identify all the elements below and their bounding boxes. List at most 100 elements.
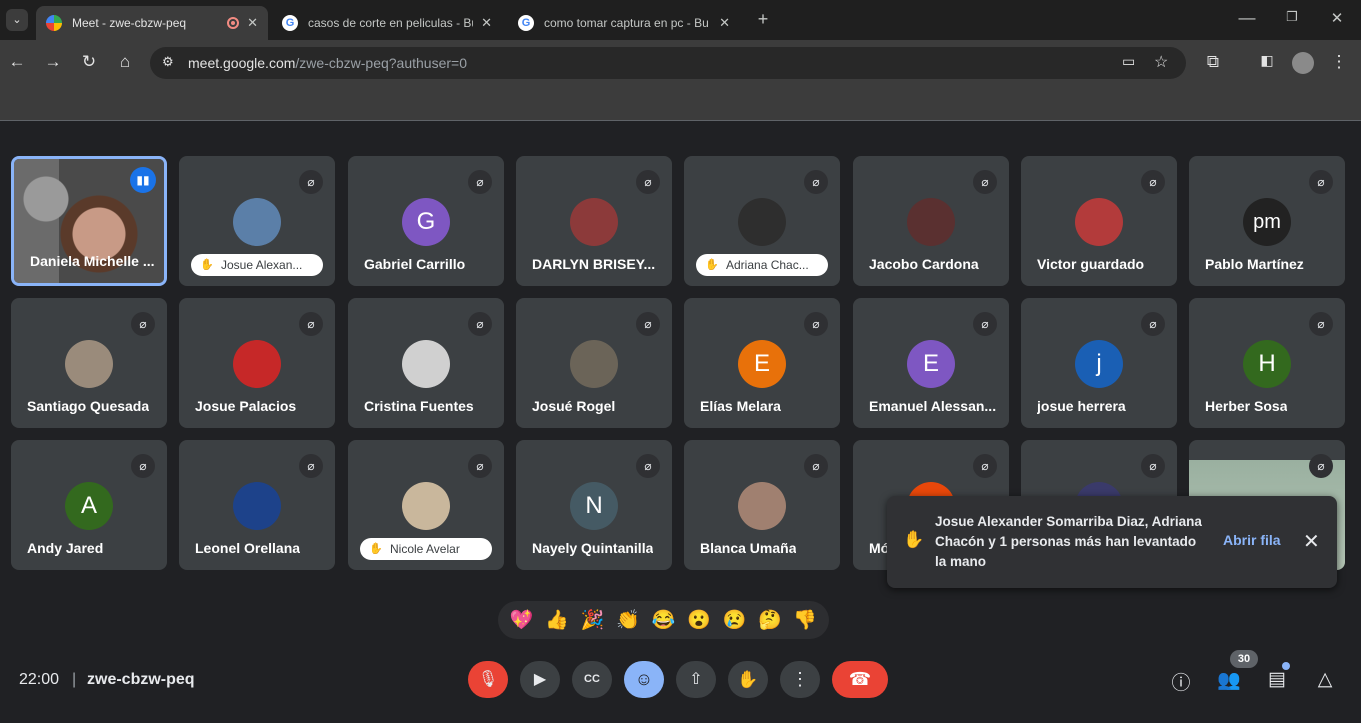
captions-icon: CC <box>584 673 600 685</box>
minimize-icon[interactable]: — <box>1236 8 1258 28</box>
tab-search-chevron-icon[interactable]: ⌄ <box>6 9 28 31</box>
site-settings-icon[interactable]: ⚙ <box>162 54 174 70</box>
more-options-button[interactable]: ⋮ <box>780 661 820 698</box>
muted-mic-icon: ⌀ <box>131 312 155 336</box>
participant-name: DARLYN BRISEY... <box>532 256 656 272</box>
restore-icon[interactable]: ❐ <box>1281 9 1303 25</box>
camera-in-use-icon[interactable]: ▭ <box>1122 53 1135 70</box>
participant-tile[interactable]: ⌀ ✋ Nicole Avelar <box>348 440 504 570</box>
tab-close-icon[interactable]: ✕ <box>481 15 492 31</box>
side-panel-icon[interactable]: ◧ <box>1256 52 1278 69</box>
new-tab-button[interactable]: + <box>752 9 774 30</box>
participant-tile[interactable]: ▮▮ Daniela Michelle ... <box>11 156 167 286</box>
participant-tile[interactable]: ⌀ Blanca Umaña <box>684 440 840 570</box>
captions-button[interactable]: CC <box>572 661 612 698</box>
participant-tile[interactable]: N ⌀ Nayely Quintanilla <box>516 440 672 570</box>
reaction-party-icon[interactable]: 🎉 <box>581 608 605 632</box>
participant-tile[interactable]: ⌀ ✋ Josue Alexan... <box>179 156 335 286</box>
muted-mic-icon: ⌀ <box>299 170 323 194</box>
raised-hand-icon: ✋ <box>200 259 214 271</box>
reaction-thumbs-up-icon[interactable]: 👍 <box>545 608 569 632</box>
activities-icon[interactable]: △ <box>1313 668 1337 691</box>
reaction-thumbs-down-icon[interactable]: 👎 <box>793 608 817 632</box>
bookmark-star-icon[interactable]: ☆ <box>1154 52 1168 72</box>
reload-icon[interactable]: ↻ <box>78 52 100 72</box>
tab-google-search-2[interactable]: G como tomar captura en pc - Bu ✕ <box>508 6 740 40</box>
avatar: pm <box>1243 198 1291 246</box>
profile-avatar[interactable] <box>1292 52 1314 74</box>
participant-name: Jacobo Cardona <box>869 256 979 272</box>
participant-tile[interactable]: ⌀ Santiago Quesada <box>11 298 167 428</box>
reaction-heart-icon[interactable]: 💖 <box>510 608 534 632</box>
tab-close-icon[interactable]: ✕ <box>719 15 730 31</box>
participant-name: Santiago Quesada <box>27 398 150 414</box>
muted-mic-icon: ⌀ <box>973 454 997 478</box>
avatar <box>65 340 113 388</box>
reaction-surprised-icon[interactable]: 😮 <box>687 608 711 632</box>
participant-tile[interactable]: G ⌀ Gabriel Carrillo <box>348 156 504 286</box>
mic-off-button[interactable]: 🎙 <box>468 661 508 698</box>
participant-tile[interactable]: pm ⌀ Pablo Martínez <box>1189 156 1345 286</box>
back-icon[interactable]: ← <box>6 52 28 72</box>
participant-tile[interactable]: ⌀ ✋ Adriana Chac... <box>684 156 840 286</box>
avatar <box>402 340 450 388</box>
meet-favicon-icon <box>46 15 62 31</box>
present-screen-button[interactable]: ⇧ <box>676 661 716 698</box>
browser-tab-bar: ⌄ Meet - zwe-cbzw-peq ✕ G casos de corte… <box>0 0 1361 40</box>
people-icon[interactable]: 👥 <box>1217 668 1241 692</box>
reaction-clap-icon[interactable]: 👏 <box>616 608 640 632</box>
address-bar[interactable]: ⚙ meet.google.com/zwe-cbzw-peq?authuser=… <box>150 47 1186 79</box>
open-queue-link[interactable]: Abrir fila <box>1223 532 1281 548</box>
tab-meet[interactable]: Meet - zwe-cbzw-peq ✕ <box>36 6 268 40</box>
chat-icon[interactable]: ▤ <box>1265 668 1289 691</box>
tab-title: Meet - zwe-cbzw-peq <box>72 16 187 30</box>
reaction-laugh-icon[interactable]: 😂 <box>652 608 676 632</box>
forward-icon[interactable]: → <box>42 52 64 72</box>
participant-tile[interactable]: j ⌀ josue herrera <box>1021 298 1177 428</box>
avatar: N <box>570 482 618 530</box>
meeting-details-icon[interactable]: ⓘ <box>1169 668 1193 695</box>
participant-tile[interactable]: E ⌀ Elías Melara <box>684 298 840 428</box>
participant-name: Cristina Fuentes <box>364 398 474 414</box>
emoji-reactions-button[interactable]: ☺ <box>624 661 664 698</box>
tab-title: casos de corte en peliculas - Bú <box>308 16 474 30</box>
tab-close-icon[interactable]: ✕ <box>247 15 258 31</box>
participant-name: Josue Palacios <box>195 398 297 414</box>
tab-google-search-1[interactable]: G casos de corte en peliculas - Bú ✕ <box>272 6 502 40</box>
participant-tile[interactable]: ⌀ DARLYN BRISEY... <box>516 156 672 286</box>
divider: | <box>72 671 77 688</box>
url-text: meet.google.com/zwe-cbzw-peq?authuser=0 <box>188 55 468 71</box>
participant-tile[interactable]: E ⌀ Emanuel Alessan... <box>853 298 1009 428</box>
speaking-indicator-icon: ▮▮ <box>130 167 156 193</box>
avatar: E <box>738 340 786 388</box>
raise-hand-button[interactable]: ✋ <box>728 661 768 698</box>
google-favicon-icon: G <box>518 15 534 31</box>
muted-mic-icon: ⌀ <box>468 312 492 336</box>
reaction-thinking-icon[interactable]: 🤔 <box>758 608 782 632</box>
muted-mic-icon: ⌀ <box>973 312 997 336</box>
leave-call-button[interactable]: ☎ <box>832 661 888 698</box>
avatar <box>738 198 786 246</box>
participant-tile[interactable]: ⌀ Leonel Orellana <box>179 440 335 570</box>
camera-button[interactable]: ▶ <box>520 661 560 698</box>
menu-kebab-icon[interactable]: ⋮ <box>1328 52 1350 72</box>
participant-tile[interactable]: H ⌀ Herber Sosa <box>1189 298 1345 428</box>
participant-tile[interactable]: ⌀ Josue Palacios <box>179 298 335 428</box>
participant-tile[interactable]: A ⌀ Andy Jared <box>11 440 167 570</box>
home-icon[interactable]: ⌂ <box>114 52 136 72</box>
muted-mic-icon: ⌀ <box>1141 170 1165 194</box>
avatar: E <box>907 340 955 388</box>
window-close-icon[interactable]: ✕ <box>1326 9 1348 27</box>
reaction-sad-icon[interactable]: 😢 <box>723 608 747 632</box>
participant-tile[interactable]: ⌀ Jacobo Cardona <box>853 156 1009 286</box>
muted-mic-icon: ⌀ <box>468 454 492 478</box>
toast-close-icon[interactable]: ✕ <box>1303 529 1320 554</box>
avatar: H <box>1243 340 1291 388</box>
participant-tile[interactable]: ⌀ Victor guardado <box>1021 156 1177 286</box>
participant-tile[interactable]: ⌀ Josué Rogel <box>516 298 672 428</box>
participant-name: Josue Alexan... <box>221 258 303 272</box>
participant-name: Pablo Martínez <box>1205 256 1304 272</box>
participant-tile[interactable]: ⌀ Cristina Fuentes <box>348 298 504 428</box>
extensions-icon[interactable]: ⧉ <box>1202 52 1224 72</box>
avatar <box>738 482 786 530</box>
